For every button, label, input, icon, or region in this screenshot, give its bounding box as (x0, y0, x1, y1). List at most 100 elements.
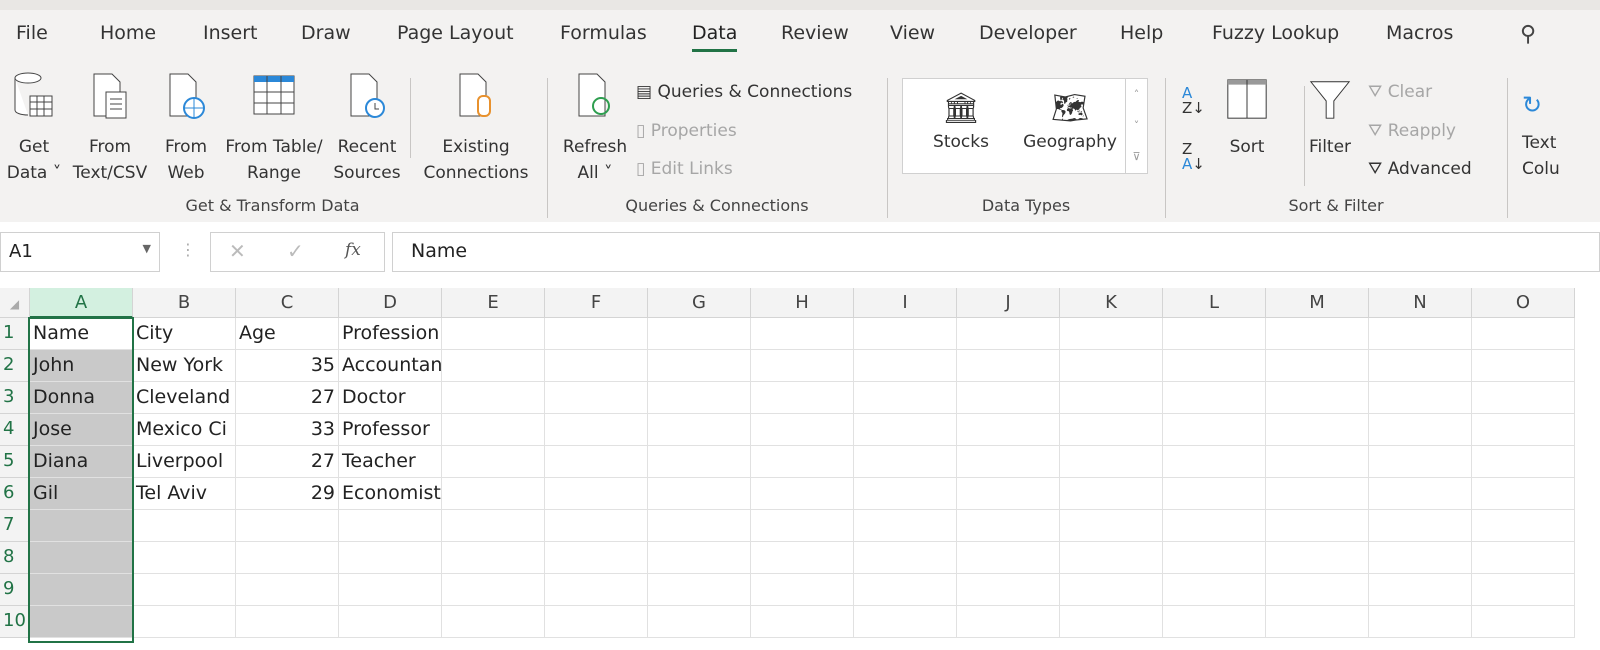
cell-D4[interactable]: Professor (339, 414, 442, 446)
tab-review[interactable]: Review (781, 22, 849, 44)
cell-L6[interactable] (1163, 478, 1266, 510)
cell-A8[interactable] (30, 542, 133, 574)
cell-A1[interactable]: Name (30, 318, 133, 350)
get-data-button[interactable]: Get Data ˅ (2, 70, 66, 186)
cell-C1[interactable]: Age (236, 318, 339, 350)
cell-H5[interactable] (751, 446, 854, 478)
cell-M10[interactable] (1266, 606, 1369, 638)
cell-A5[interactable]: Diana (30, 446, 133, 478)
cell-I1[interactable] (854, 318, 957, 350)
stocks-button[interactable]: 🏛 Stocks (913, 89, 1009, 155)
row-header-2[interactable]: 2 (0, 350, 30, 382)
properties-button[interactable]: ▯ Properties (636, 121, 737, 141)
cell-M9[interactable] (1266, 574, 1369, 606)
cell-E7[interactable] (442, 510, 545, 542)
row-header-3[interactable]: 3 (0, 382, 30, 414)
cell-G10[interactable] (648, 606, 751, 638)
edit-links-button[interactable]: ▯ Edit Links (636, 159, 733, 179)
cell-D10[interactable] (339, 606, 442, 638)
refresh-all-button[interactable]: Refresh All ˅ (560, 70, 630, 186)
row-header-4[interactable]: 4 (0, 414, 30, 446)
cell-L3[interactable] (1163, 382, 1266, 414)
column-header-O[interactable]: O (1472, 288, 1575, 318)
cell-N9[interactable] (1369, 574, 1472, 606)
cell-I10[interactable] (854, 606, 957, 638)
column-header-K[interactable]: K (1060, 288, 1163, 318)
column-header-N[interactable]: N (1369, 288, 1472, 318)
cell-F7[interactable] (545, 510, 648, 542)
cell-J5[interactable] (957, 446, 1060, 478)
cell-A2[interactable]: John (30, 350, 133, 382)
advanced-button[interactable]: ⛛ Advanced (1368, 159, 1472, 179)
drag-handle-icon[interactable]: ⋮ (180, 240, 196, 259)
row-header-6[interactable]: 6 (0, 478, 30, 510)
cell-O1[interactable] (1472, 318, 1575, 350)
cell-K9[interactable] (1060, 574, 1163, 606)
column-header-J[interactable]: J (957, 288, 1060, 318)
cell-I3[interactable] (854, 382, 957, 414)
cell-F2[interactable] (545, 350, 648, 382)
cell-G4[interactable] (648, 414, 751, 446)
cell-D6[interactable]: Economist (339, 478, 442, 510)
cell-E8[interactable] (442, 542, 545, 574)
cell-N8[interactable] (1369, 542, 1472, 574)
from-text-csv-button[interactable]: From Text/CSV (70, 70, 150, 186)
column-header-C[interactable]: C (236, 288, 339, 318)
cell-N2[interactable] (1369, 350, 1472, 382)
tab-formulas[interactable]: Formulas (560, 22, 647, 44)
cell-E2[interactable] (442, 350, 545, 382)
cell-N1[interactable] (1369, 318, 1472, 350)
cell-C2[interactable]: 35 (236, 350, 339, 382)
gallery-scroll[interactable]: ˄ ˅ ⊽ (1125, 79, 1147, 173)
cell-M3[interactable] (1266, 382, 1369, 414)
cell-K6[interactable] (1060, 478, 1163, 510)
cell-J10[interactable] (957, 606, 1060, 638)
reapply-button[interactable]: ⛛ Reapply (1368, 121, 1456, 141)
cell-H7[interactable] (751, 510, 854, 542)
cell-G1[interactable] (648, 318, 751, 350)
cell-M8[interactable] (1266, 542, 1369, 574)
sort-a-z-button[interactable]: A Z↓ (1182, 86, 1205, 116)
cell-O9[interactable] (1472, 574, 1575, 606)
enter-icon[interactable]: ✓ (287, 239, 304, 263)
cell-C8[interactable] (236, 542, 339, 574)
cell-K2[interactable] (1060, 350, 1163, 382)
cell-J7[interactable] (957, 510, 1060, 542)
cell-E1[interactable] (442, 318, 545, 350)
cell-M4[interactable] (1266, 414, 1369, 446)
sort-z-a-button[interactable]: Z A↓ (1182, 142, 1205, 172)
cell-G9[interactable] (648, 574, 751, 606)
cell-L10[interactable] (1163, 606, 1266, 638)
cell-C4[interactable]: 33 (236, 414, 339, 446)
tab-file[interactable]: File (16, 22, 48, 44)
cell-A4[interactable]: Jose (30, 414, 133, 446)
cell-N5[interactable] (1369, 446, 1472, 478)
cell-B6[interactable]: Tel Aviv (133, 478, 236, 510)
cell-L4[interactable] (1163, 414, 1266, 446)
tab-home[interactable]: Home (100, 22, 156, 44)
cell-E9[interactable] (442, 574, 545, 606)
cell-G5[interactable] (648, 446, 751, 478)
cell-G3[interactable] (648, 382, 751, 414)
cell-K10[interactable] (1060, 606, 1163, 638)
cell-B9[interactable] (133, 574, 236, 606)
tab-help[interactable]: Help (1120, 22, 1163, 44)
cell-C10[interactable] (236, 606, 339, 638)
cell-C6[interactable]: 29 (236, 478, 339, 510)
cell-B3[interactable]: Cleveland (133, 382, 236, 414)
tab-developer[interactable]: Developer (979, 22, 1077, 44)
cell-N3[interactable] (1369, 382, 1472, 414)
cell-H6[interactable] (751, 478, 854, 510)
cell-F6[interactable] (545, 478, 648, 510)
cell-I9[interactable] (854, 574, 957, 606)
cell-L8[interactable] (1163, 542, 1266, 574)
row-header-5[interactable]: 5 (0, 446, 30, 478)
cell-K3[interactable] (1060, 382, 1163, 414)
cell-J1[interactable] (957, 318, 1060, 350)
cell-K4[interactable] (1060, 414, 1163, 446)
cell-B1[interactable]: City (133, 318, 236, 350)
column-header-A[interactable]: A (30, 288, 133, 318)
cell-G2[interactable] (648, 350, 751, 382)
cell-O6[interactable] (1472, 478, 1575, 510)
cell-I4[interactable] (854, 414, 957, 446)
